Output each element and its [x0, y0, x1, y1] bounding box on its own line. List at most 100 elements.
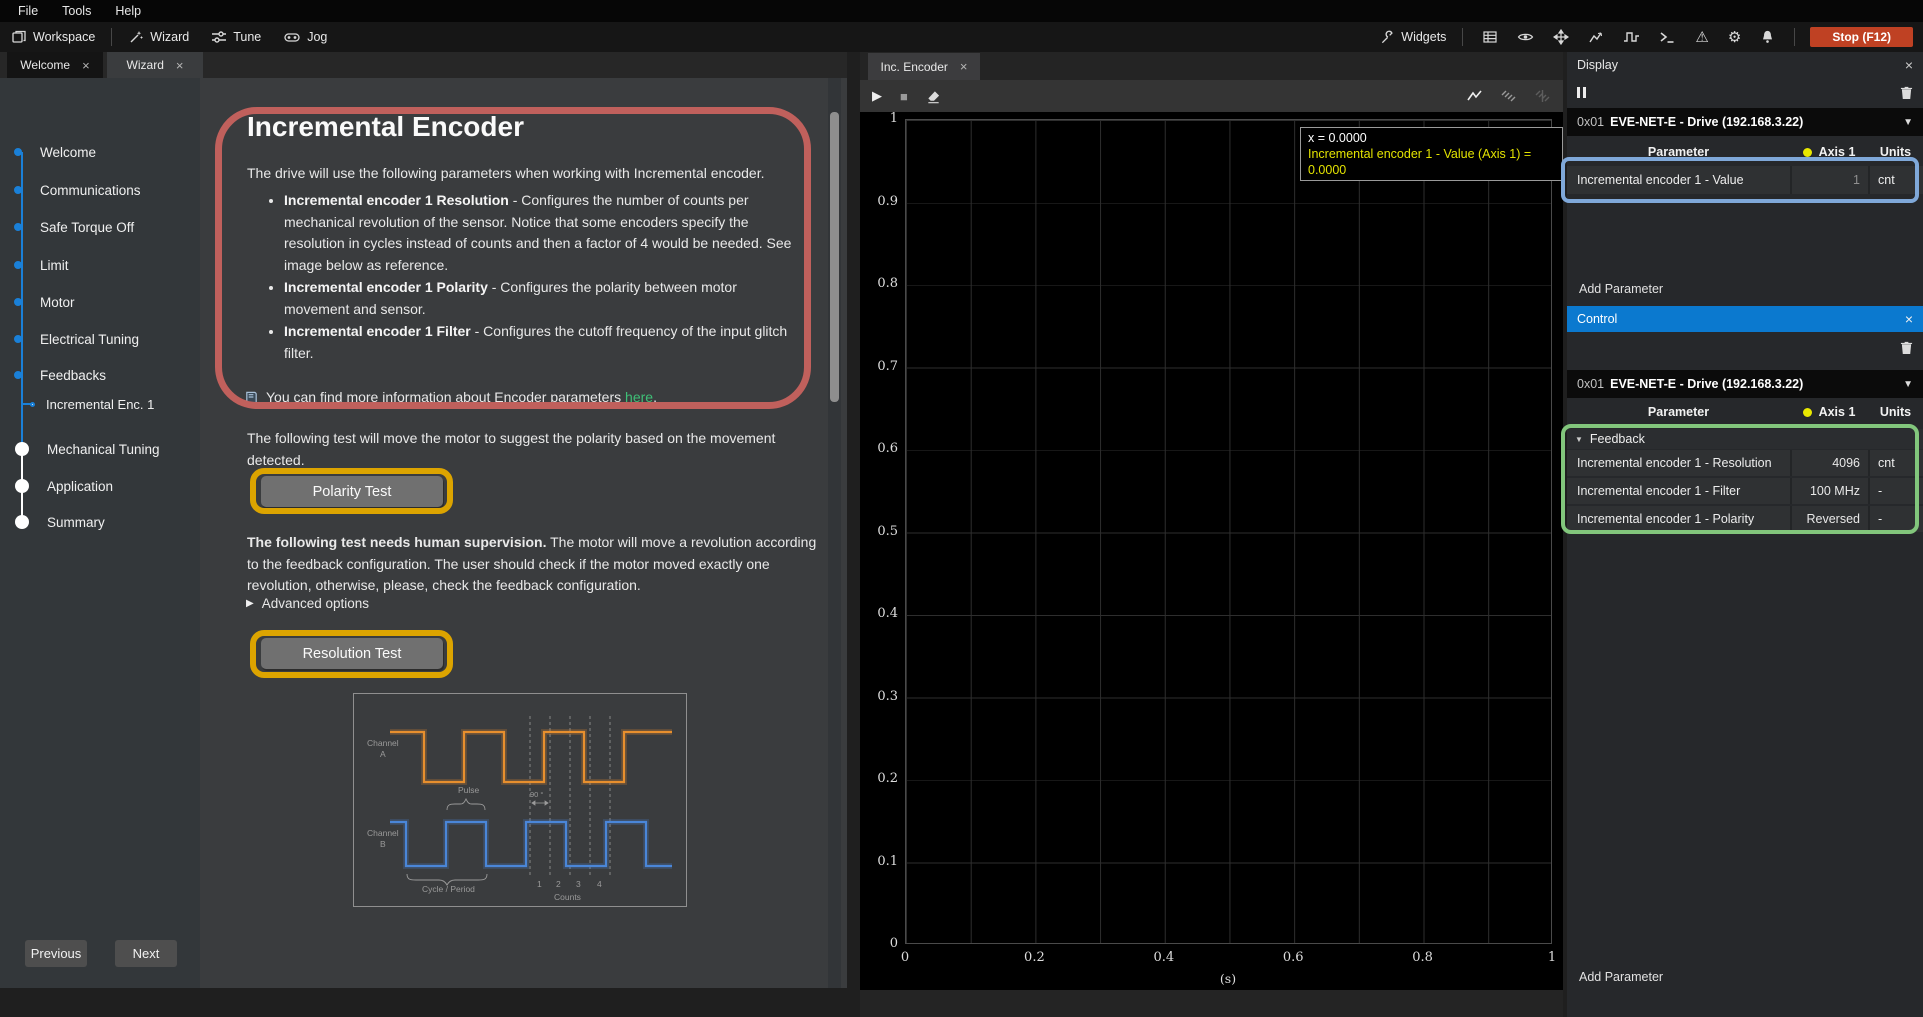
sidebar-item-motor[interactable]: Motor: [0, 289, 75, 315]
axis-color-dot: [1803, 148, 1812, 157]
wizard-button[interactable]: Wizard: [117, 22, 200, 52]
content-scrollbar[interactable]: [828, 78, 841, 988]
multi-signal-icon[interactable]: [1500, 88, 1517, 104]
add-parameter-button[interactable]: Add Parameter: [1579, 970, 1663, 984]
scrollbar-thumb[interactable]: [830, 112, 839, 402]
table-row-polarity[interactable]: Incremental encoder 1 - Polarity Reverse…: [1567, 506, 1923, 532]
svg-text:4: 4: [597, 879, 602, 889]
sidebar-item-safe-torque-off[interactable]: Safe Torque Off: [0, 214, 134, 240]
step-dot: [14, 335, 22, 343]
svg-text:1: 1: [537, 879, 542, 889]
device-selector-2[interactable]: 0x01 EVE-NET-E - Drive (192.168.3.22) ▼: [1567, 370, 1923, 398]
close-icon[interactable]: ×: [82, 58, 90, 73]
sidebar-item-communications[interactable]: Communications: [0, 177, 141, 203]
notifications-bell-icon[interactable]: [1760, 29, 1775, 45]
sidebar-item-limit[interactable]: Limit: [0, 252, 69, 278]
parameter-table-header: Parameter Axis 1 Units: [1567, 140, 1923, 164]
tooltip-x-value: x = 0.0000: [1308, 130, 1555, 146]
trash-icon[interactable]: [1900, 340, 1913, 355]
tab-wizard[interactable]: Wizard ×: [107, 52, 203, 78]
toolbar-separator: [111, 28, 112, 46]
play-icon[interactable]: ▶: [872, 88, 882, 104]
eraser-icon[interactable]: [926, 89, 941, 104]
close-icon[interactable]: ×: [176, 58, 184, 73]
wizard-content: Incremental Encoder The drive will use t…: [200, 78, 847, 988]
sidebar-item-summary[interactable]: Summary: [0, 509, 105, 535]
jog-button[interactable]: Jog: [272, 22, 338, 52]
control-section-tab[interactable]: Control ×: [1567, 306, 1923, 332]
sidebar-item-electrical-tuning[interactable]: Electrical Tuning: [0, 326, 139, 352]
svg-text:A: A: [380, 749, 386, 759]
device-selector-1[interactable]: 0x01 EVE-NET-E - Drive (192.168.3.22) ▼: [1567, 108, 1923, 136]
y-tick: 0.8: [860, 276, 898, 291]
parameter-bullet-list: Incremental encoder 1 Resolution - Confi…: [247, 190, 799, 365]
workspace-button[interactable]: Workspace: [0, 22, 106, 52]
advanced-options-toggle[interactable]: ▶ Advanced options: [246, 596, 369, 611]
previous-button[interactable]: Previous: [25, 940, 87, 967]
next-button[interactable]: Next: [115, 940, 177, 967]
wizard-page: Welcome Communications Safe Torque Off L…: [0, 78, 847, 988]
document-tabstrip: Welcome × Wizard ×: [0, 52, 847, 78]
close-icon[interactable]: ×: [960, 59, 968, 74]
y-tick: 0.3: [860, 689, 898, 704]
tab-inc-encoder[interactable]: Inc. Encoder ×: [868, 53, 980, 80]
plot-grid: [905, 119, 1552, 944]
resolution-test-button[interactable]: Resolution Test: [261, 638, 443, 669]
settings-gear-icon[interactable]: ⚙: [1728, 30, 1741, 45]
split-signal-icon[interactable]: [1534, 88, 1551, 104]
menu-tools[interactable]: Tools: [50, 4, 103, 18]
widgets-button[interactable]: Widgets: [1369, 30, 1457, 45]
table-row-encoder-value[interactable]: Incremental encoder 1 - Value 1 cnt: [1567, 166, 1923, 194]
registers-table-icon[interactable]: [1482, 29, 1498, 45]
add-parameter-button[interactable]: Add Parameter: [1579, 282, 1663, 296]
y-tick: 0.2: [860, 771, 898, 786]
stop-icon[interactable]: ■: [900, 89, 908, 104]
magic-wand-icon: [128, 29, 144, 45]
y-tick: 0: [860, 936, 898, 951]
chevron-down-icon: ▼: [1903, 379, 1913, 390]
motion-move-icon[interactable]: [1553, 29, 1569, 45]
trash-icon[interactable]: [1900, 85, 1913, 100]
supervision-paragraph: The following test needs human supervisi…: [247, 532, 822, 597]
pause-icon[interactable]: [1577, 87, 1586, 98]
scope-plot-area[interactable]: 1 0.9 0.8 0.7 0.6 0.5 0.4 0.3 0.2 0.1 0 …: [860, 112, 1563, 990]
y-tick: 0.6: [860, 441, 898, 456]
sidebar-item-incremental-enc-1[interactable]: Incremental Enc. 1: [0, 391, 154, 417]
sidebar-item-mechanical-tuning[interactable]: Mechanical Tuning: [0, 436, 160, 462]
tune-button[interactable]: Tune: [200, 22, 272, 52]
polarity-test-button[interactable]: Polarity Test: [261, 476, 443, 507]
control-section-toolbar: [1567, 334, 1923, 360]
sidebar-item-application[interactable]: Application: [0, 473, 113, 499]
menu-help[interactable]: Help: [103, 4, 153, 18]
workspace-icon: [11, 29, 27, 45]
x-tick: 0.2: [1010, 950, 1058, 965]
signal-line-icon[interactable]: [1466, 88, 1483, 104]
substep-dot: [30, 402, 35, 407]
step-dot: [15, 479, 29, 493]
svg-text:Cycle / Period: Cycle / Period: [422, 884, 475, 894]
table-row-filter[interactable]: Incremental encoder 1 - Filter 100 MHz -: [1567, 478, 1923, 504]
stop-button[interactable]: Stop (F12): [1810, 27, 1913, 47]
status-icon-strip: ⚠ ⚙: [1468, 29, 1789, 45]
menu-file[interactable]: File: [6, 4, 50, 18]
svg-text:2: 2: [556, 879, 561, 889]
menu-bar: File Tools Help: [0, 0, 1923, 22]
close-icon[interactable]: ×: [1905, 57, 1913, 73]
sidebar-item-feedbacks[interactable]: Feedbacks: [0, 362, 106, 388]
step-dot: [14, 186, 22, 194]
scope-chart-icon[interactable]: [1588, 29, 1604, 45]
sidebar-item-welcome[interactable]: Welcome: [0, 139, 96, 165]
here-link[interactable]: here: [625, 389, 653, 405]
toolbar-separator: [1462, 28, 1463, 46]
table-row-resolution[interactable]: Incremental encoder 1 - Resolution 4096 …: [1567, 450, 1923, 476]
step-dot: [14, 148, 22, 156]
warning-icon[interactable]: ⚠: [1695, 30, 1708, 45]
intro-paragraph: The drive will use the following paramet…: [247, 163, 827, 185]
tab-welcome[interactable]: Welcome ×: [7, 52, 103, 78]
terminal-icon[interactable]: [1659, 29, 1676, 45]
close-icon[interactable]: ×: [1905, 311, 1913, 327]
pulse-signal-icon[interactable]: [1623, 29, 1640, 45]
feedback-group-header[interactable]: ▼ Feedback: [1567, 429, 1923, 449]
y-tick: 0.1: [860, 854, 898, 869]
watch-eye-icon[interactable]: [1517, 29, 1534, 45]
